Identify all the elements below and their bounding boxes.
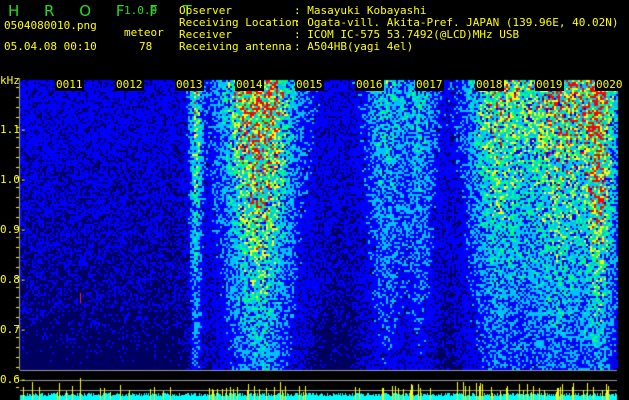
antenna-value: : A504HB(yagi 4el)	[294, 40, 414, 53]
x-tick-label: 0012	[115, 78, 144, 91]
y-tick-label: 0.8-	[0, 273, 27, 286]
y-axis-label: kHz	[0, 74, 20, 87]
y-tick-label: 0.7-	[0, 323, 27, 336]
y-tick-label: 1.0-	[0, 173, 27, 186]
x-tick-label: 0016	[355, 78, 384, 91]
x-tick-label: 0018	[475, 78, 504, 91]
y-tick-label: 1.1-	[0, 123, 27, 136]
y-tick-label: 0.9-	[0, 223, 27, 236]
x-tick-label: 0014	[235, 78, 264, 91]
x-tick-label: 0011	[55, 78, 84, 91]
y-tick-label: 0.6-	[0, 373, 27, 386]
spectrogram	[0, 78, 629, 400]
meteor-label: meteor	[124, 26, 164, 39]
x-tick-label: 0013	[175, 78, 204, 91]
x-tick-label: 0015	[295, 78, 324, 91]
app-version: 1.0.0	[124, 4, 158, 17]
x-tick-label: 0019	[535, 78, 564, 91]
filename: 0504080010.png	[4, 19, 97, 32]
app-logo: H R O F F T	[8, 2, 202, 20]
x-tick-label: 0017	[415, 78, 444, 91]
antenna-label: Receiving antenna	[179, 40, 292, 53]
meteor-count: 78	[139, 40, 153, 53]
x-tick-label: 0020	[595, 78, 624, 91]
datetime: 05.04.08 00:10	[4, 40, 97, 53]
